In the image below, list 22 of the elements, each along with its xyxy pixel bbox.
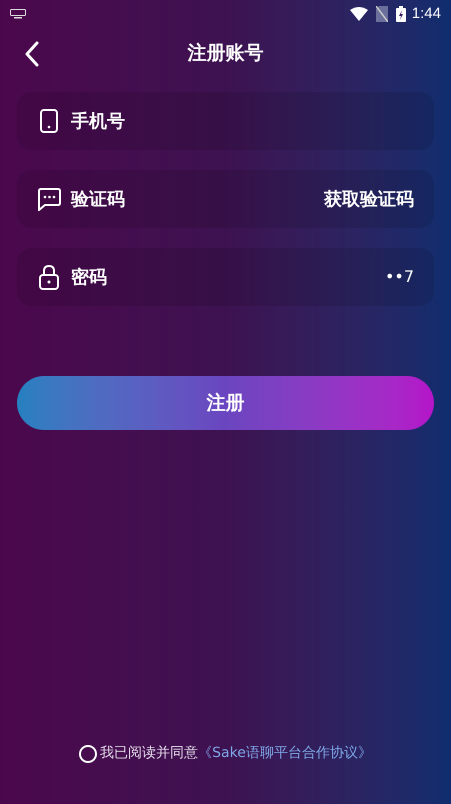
get-code-button[interactable]: 获取验证码 [324,186,414,212]
status-time: 1:44 [412,4,441,24]
field-label: 验证码 [71,188,125,212]
back-icon[interactable] [24,41,40,67]
register-button[interactable]: 注册 [17,376,434,430]
battery-icon [396,6,406,22]
agreement-link[interactable]: 《Sake语聊平台合作协议》 [198,743,372,764]
page-title: 注册账号 [188,40,264,66]
lock-icon [38,264,60,290]
phone-icon [39,109,59,133]
agreement-text: 我已阅读并同意 [100,744,198,763]
chat-bubble-icon [37,187,61,211]
password-value: ••7 [384,266,414,288]
keyboard-icon [10,9,26,19]
field-label: 手机号 [71,110,125,134]
input-field[interactable]: 密码 ••7 [17,248,434,306]
no-sim-icon [376,6,388,22]
input-field[interactable]: 验证码 获取验证码 [17,170,434,228]
agree-checkbox[interactable] [79,744,98,762]
wifi-icon [350,7,368,21]
input-field[interactable]: 手机号 [17,92,434,150]
field-label: 密码 [71,266,107,290]
